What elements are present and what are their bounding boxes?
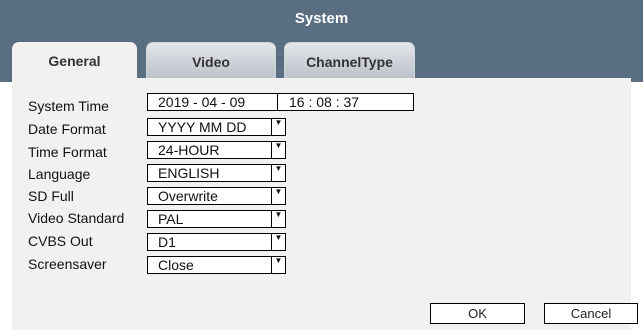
language-value: ENGLISH: [158, 165, 220, 181]
system-dialog: System General Video ChannelType System …: [0, 0, 643, 334]
screensaver-value: Close: [158, 257, 194, 273]
caret-down-icon[interactable]: ▼: [271, 164, 285, 182]
system-time-label: System Time: [28, 98, 109, 114]
video-standard-select[interactable]: PAL ▼: [147, 210, 286, 228]
sd-full-value: Overwrite: [158, 188, 218, 204]
tab-general[interactable]: General: [12, 42, 137, 82]
tab-video[interactable]: Video: [146, 42, 276, 80]
time-format-label: Time Format: [28, 144, 107, 160]
ok-button[interactable]: OK: [430, 303, 525, 324]
screensaver-select[interactable]: Close ▼: [147, 256, 286, 274]
caret-down-icon[interactable]: ▼: [271, 210, 285, 228]
caret-down-icon[interactable]: ▼: [271, 187, 285, 205]
video-standard-label: Video Standard: [28, 210, 125, 226]
time-format-value: 24-HOUR: [158, 142, 220, 158]
sd-full-select[interactable]: Overwrite ▼: [147, 187, 286, 205]
cvbs-out-value: D1: [158, 234, 176, 250]
caret-down-icon[interactable]: ▼: [271, 256, 285, 274]
video-standard-value: PAL: [158, 211, 184, 227]
date-format-label: Date Format: [28, 121, 106, 137]
cvbs-out-select[interactable]: D1 ▼: [147, 233, 286, 251]
window-title: System: [0, 0, 643, 36]
caret-down-icon[interactable]: ▼: [271, 141, 285, 159]
date-format-value: YYYY MM DD: [158, 119, 247, 135]
tab-channeltype[interactable]: ChannelType: [284, 42, 415, 80]
caret-down-icon[interactable]: ▼: [271, 118, 285, 136]
system-time-field[interactable]: 16 : 08 : 37: [277, 93, 414, 111]
language-select[interactable]: ENGLISH ▼: [147, 164, 286, 182]
date-format-select[interactable]: YYYY MM DD ▼: [147, 118, 286, 136]
cvbs-out-label: CVBS Out: [28, 233, 93, 249]
caret-down-icon[interactable]: ▼: [271, 233, 285, 251]
language-label: Language: [28, 166, 91, 182]
time-format-select[interactable]: 24-HOUR ▼: [147, 141, 286, 159]
cancel-button[interactable]: Cancel: [544, 303, 638, 324]
system-date-field[interactable]: 2019 - 04 - 09: [147, 93, 278, 111]
sd-full-label: SD Full: [28, 188, 74, 204]
general-panel: [12, 78, 631, 330]
screensaver-label: Screensaver: [28, 256, 107, 272]
